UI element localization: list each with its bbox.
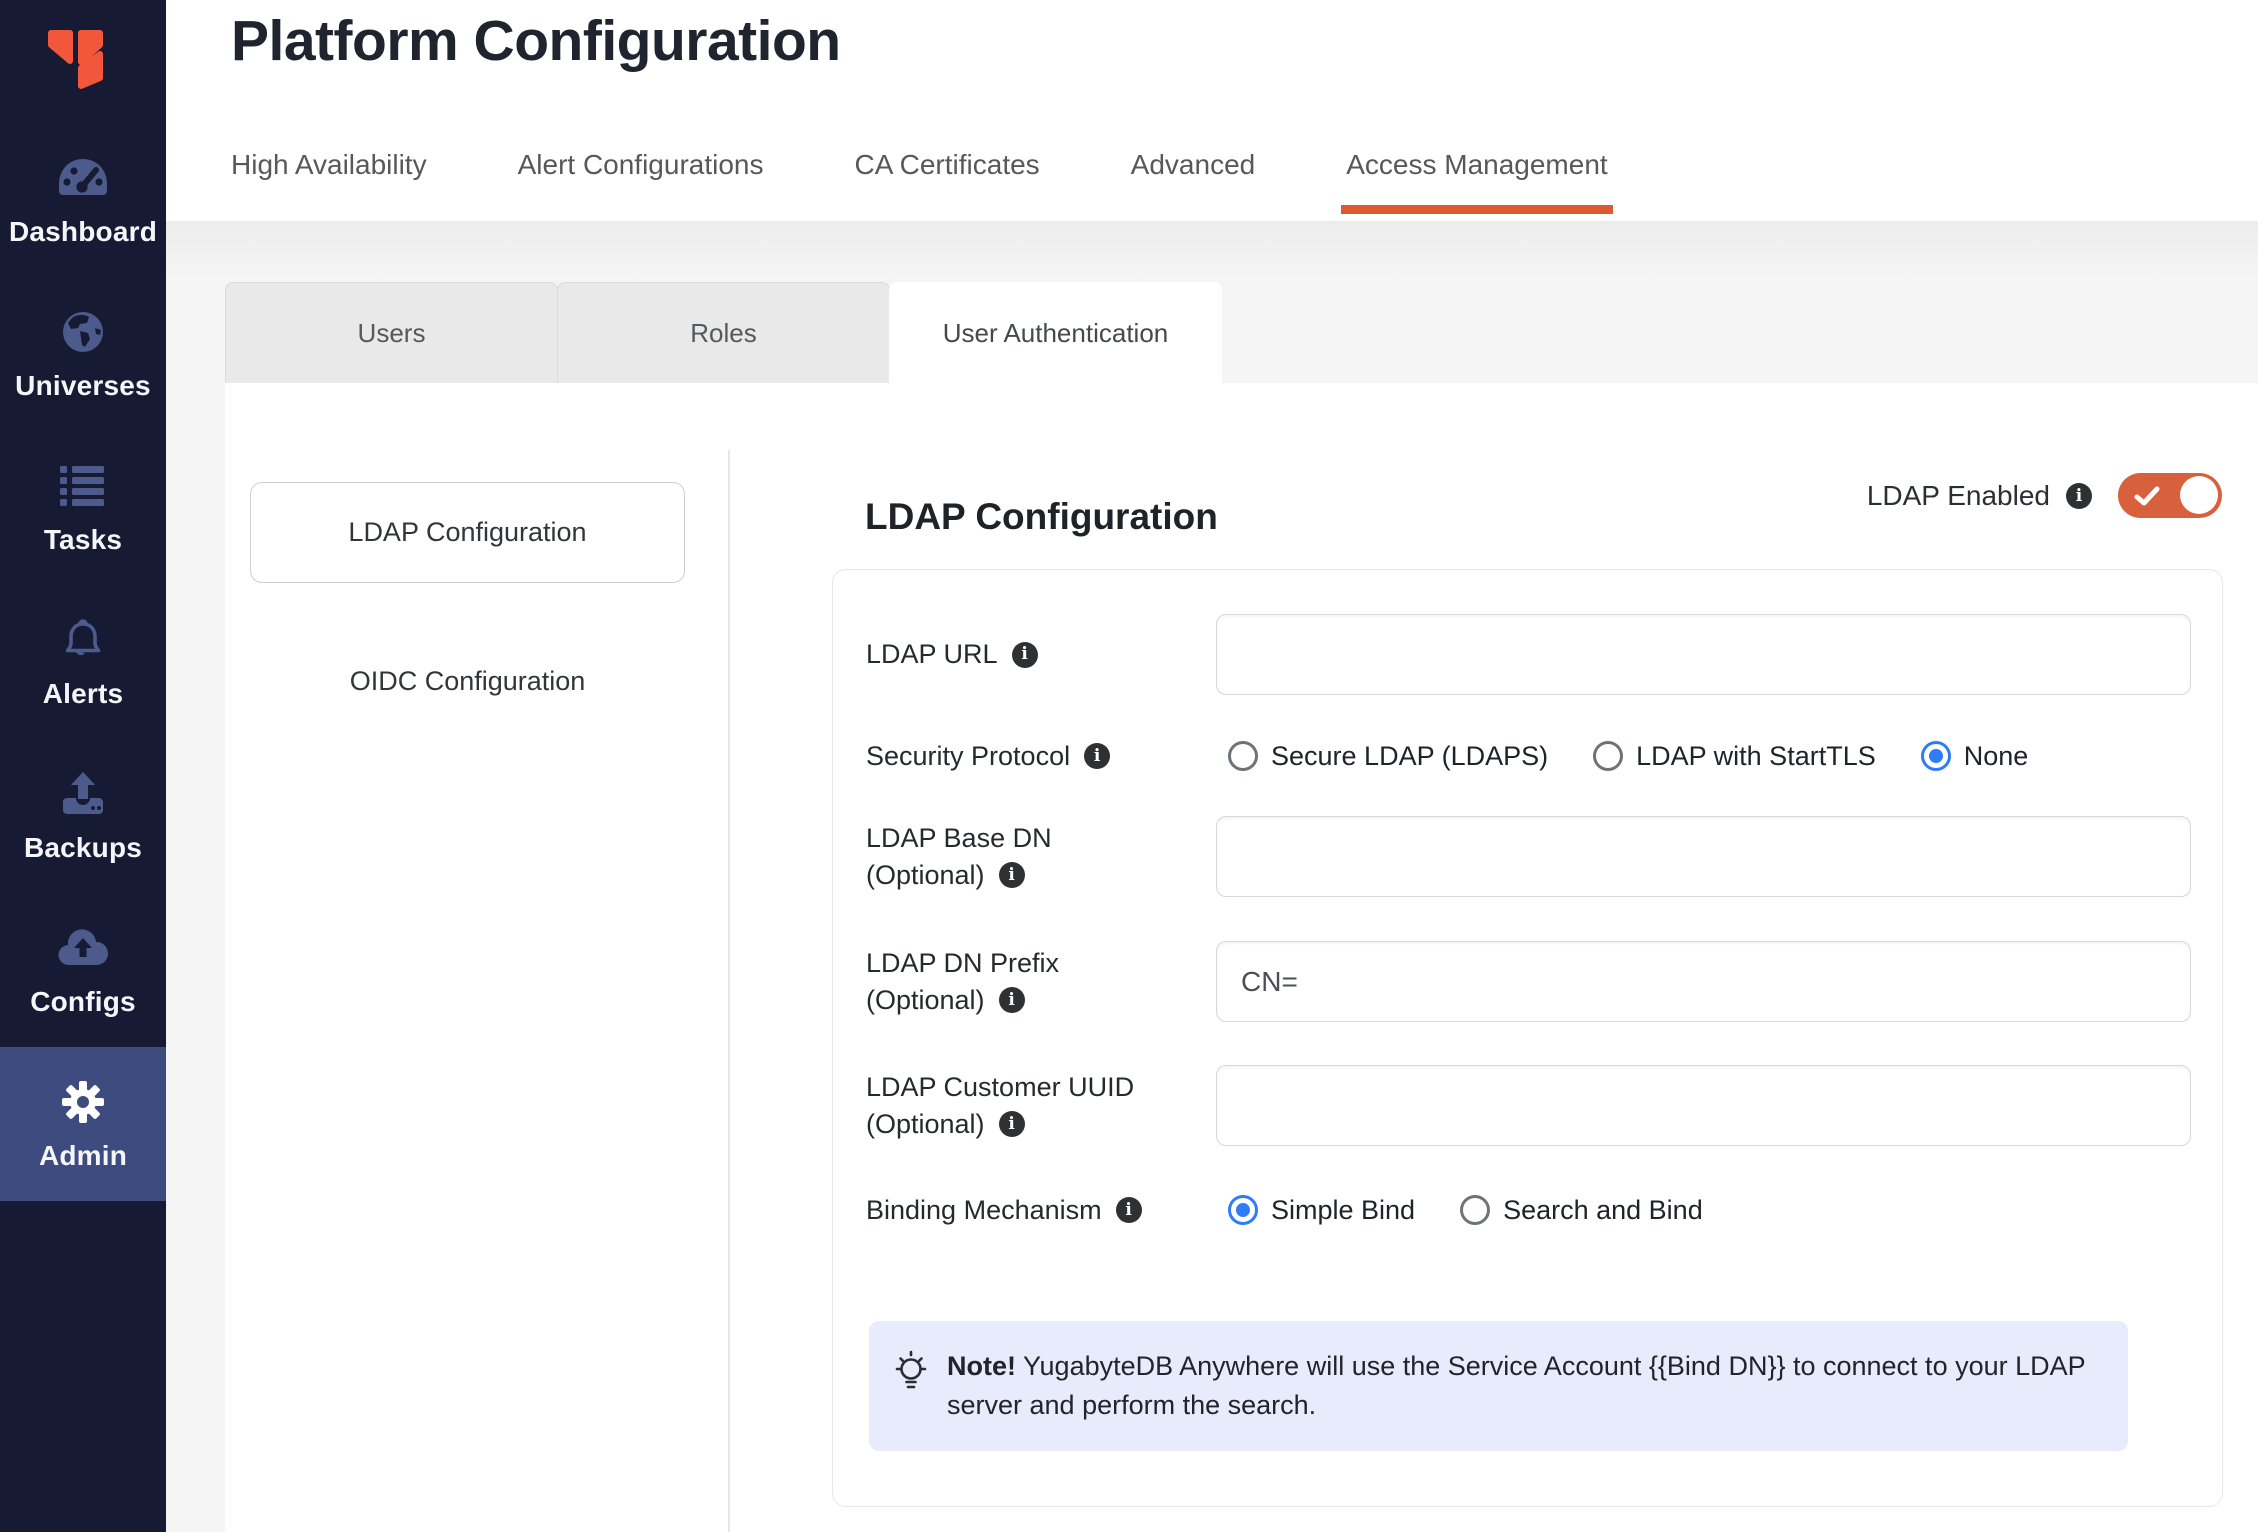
ldap-enabled-toggle[interactable] xyxy=(2118,473,2222,518)
ldap-base-dn-input[interactable] xyxy=(1216,816,2191,897)
note-text: Note! YugabyteDB Anywhere will use the S… xyxy=(947,1347,2097,1425)
info-icon[interactable]: i xyxy=(1084,743,1110,769)
ldap-customer-uuid-row: LDAP Customer UUID (Optional) i xyxy=(866,1065,2191,1146)
admin-gear-icon xyxy=(59,1076,107,1128)
info-icon[interactable]: i xyxy=(1116,1197,1142,1223)
ldap-url-row: LDAP URL i xyxy=(866,614,2191,695)
top-header: Platform Configuration High Availability… xyxy=(166,0,2258,221)
sidebar-item-dashboard[interactable]: Dashboard xyxy=(0,123,166,277)
universes-globe-icon xyxy=(59,306,107,358)
radio-simple-bind[interactable]: Simple Bind xyxy=(1228,1195,1415,1226)
ldap-dn-prefix-label: LDAP DN Prefix (Optional) i xyxy=(866,941,1216,1022)
radio-ldap-starttls[interactable]: LDAP with StartTLS xyxy=(1593,741,1876,772)
content-area: Users Roles User Authentication LDAP Con… xyxy=(166,221,2258,1532)
check-icon xyxy=(2134,486,2160,511)
tab-alert-configurations[interactable]: Alert Configurations xyxy=(515,149,767,181)
ldap-base-dn-row: LDAP Base DN (Optional) i xyxy=(866,816,2191,897)
radio-circle-icon xyxy=(1228,741,1258,771)
info-icon[interactable]: i xyxy=(999,987,1025,1013)
backups-upload-icon xyxy=(57,768,109,820)
alerts-bell-icon xyxy=(60,614,106,666)
sidebar-item-backups[interactable]: Backups xyxy=(0,739,166,893)
ldap-url-input[interactable] xyxy=(1216,614,2191,695)
sidebar-item-universes[interactable]: Universes xyxy=(0,277,166,431)
user-authentication-panel: LDAP Configuration OIDC Configuration LD… xyxy=(225,383,2258,1532)
security-protocol-label: Security Protocol i xyxy=(866,736,1216,776)
subnav-item-oidc-configuration[interactable]: OIDC Configuration xyxy=(250,661,685,701)
security-protocol-radio-group: Secure LDAP (LDAPS) LDAP with StartTLS N… xyxy=(1216,736,2191,776)
sidebar-item-label: Admin xyxy=(39,1140,127,1172)
sidebar-item-label: Universes xyxy=(15,370,151,402)
radio-circle-icon xyxy=(1593,741,1623,771)
page-title: Platform Configuration xyxy=(231,8,841,74)
ldap-configuration-heading: LDAP Configuration xyxy=(865,496,1218,538)
info-icon[interactable]: i xyxy=(999,862,1025,888)
binding-mechanism-radio-group: Simple Bind Search and Bind xyxy=(1216,1190,2191,1230)
subtab-users[interactable]: Users xyxy=(225,282,558,383)
sidebar-item-label: Configs xyxy=(30,986,136,1018)
configs-cloud-icon xyxy=(56,922,110,974)
subtab-user-authentication[interactable]: User Authentication xyxy=(889,282,1222,383)
yugabyte-platform-app: Dashboard Universes xyxy=(0,0,2258,1532)
sidebar-item-alerts[interactable]: Alerts xyxy=(0,585,166,739)
tasks-list-icon xyxy=(60,460,106,512)
sidebar-item-label: Alerts xyxy=(43,678,124,710)
ldap-enabled-cluster: LDAP Enabled i xyxy=(1867,473,2222,518)
tab-ca-certificates[interactable]: CA Certificates xyxy=(852,149,1043,181)
info-icon[interactable]: i xyxy=(999,1111,1025,1137)
tab-high-availability[interactable]: High Availability xyxy=(228,149,430,181)
sidebar-item-label: Tasks xyxy=(44,524,122,556)
radio-secure-ldap[interactable]: Secure LDAP (LDAPS) xyxy=(1228,741,1548,772)
vertical-divider xyxy=(728,450,730,1532)
ldap-dn-prefix-input[interactable] xyxy=(1216,941,2191,1022)
ldap-url-label: LDAP URL i xyxy=(866,614,1216,695)
tab-advanced[interactable]: Advanced xyxy=(1128,149,1259,181)
toggle-knob xyxy=(2180,476,2218,514)
sidebar-nav: Dashboard Universes xyxy=(0,123,166,1201)
radio-circle-icon xyxy=(1921,741,1951,771)
tab-access-management[interactable]: Access Management xyxy=(1343,149,1610,181)
sidebar-item-label: Dashboard xyxy=(9,216,157,248)
ldap-enabled-label: LDAP Enabled xyxy=(1867,480,2050,512)
binding-mechanism-label: Binding Mechanism i xyxy=(866,1190,1216,1230)
radio-none[interactable]: None xyxy=(1921,741,2029,772)
dashboard-gauge-icon xyxy=(55,152,111,204)
sidebar-item-tasks[interactable]: Tasks xyxy=(0,431,166,585)
ldap-customer-uuid-label: LDAP Customer UUID (Optional) i xyxy=(866,1065,1216,1146)
ldap-base-dn-label: LDAP Base DN (Optional) i xyxy=(866,816,1216,897)
binding-mechanism-row: Binding Mechanism i Simple Bind Search a… xyxy=(866,1190,2191,1230)
yugabyte-logo-icon[interactable] xyxy=(45,28,107,92)
sidebar: Dashboard Universes xyxy=(0,0,166,1532)
ldap-customer-uuid-input[interactable] xyxy=(1216,1065,2191,1146)
subtab-roles[interactable]: Roles xyxy=(557,282,890,383)
security-protocol-row: Security Protocol i Secure LDAP (LDAPS) … xyxy=(866,736,2191,776)
ldap-dn-prefix-row: LDAP DN Prefix (Optional) i xyxy=(866,941,2191,1022)
note-prefix: Note! xyxy=(947,1351,1016,1381)
sidebar-item-configs[interactable]: Configs xyxy=(0,893,166,1047)
info-icon[interactable]: i xyxy=(2066,483,2092,509)
info-icon[interactable]: i xyxy=(1012,642,1038,668)
radio-circle-icon xyxy=(1228,1195,1258,1225)
sidebar-item-admin[interactable]: Admin xyxy=(0,1047,166,1201)
config-tabs: High Availability Alert Configurations C… xyxy=(228,140,1611,190)
subnav-item-ldap-configuration[interactable]: LDAP Configuration xyxy=(250,482,685,583)
access-management-subtabs: Users Roles User Authentication xyxy=(225,282,1221,383)
ldap-form-card: LDAP URL i Security Protocol i xyxy=(832,569,2223,1507)
lightbulb-icon xyxy=(889,1349,933,1400)
sidebar-item-label: Backups xyxy=(24,832,142,864)
radio-circle-icon xyxy=(1460,1195,1490,1225)
service-account-note: Note! YugabyteDB Anywhere will use the S… xyxy=(869,1321,2128,1451)
radio-search-and-bind[interactable]: Search and Bind xyxy=(1460,1195,1703,1226)
